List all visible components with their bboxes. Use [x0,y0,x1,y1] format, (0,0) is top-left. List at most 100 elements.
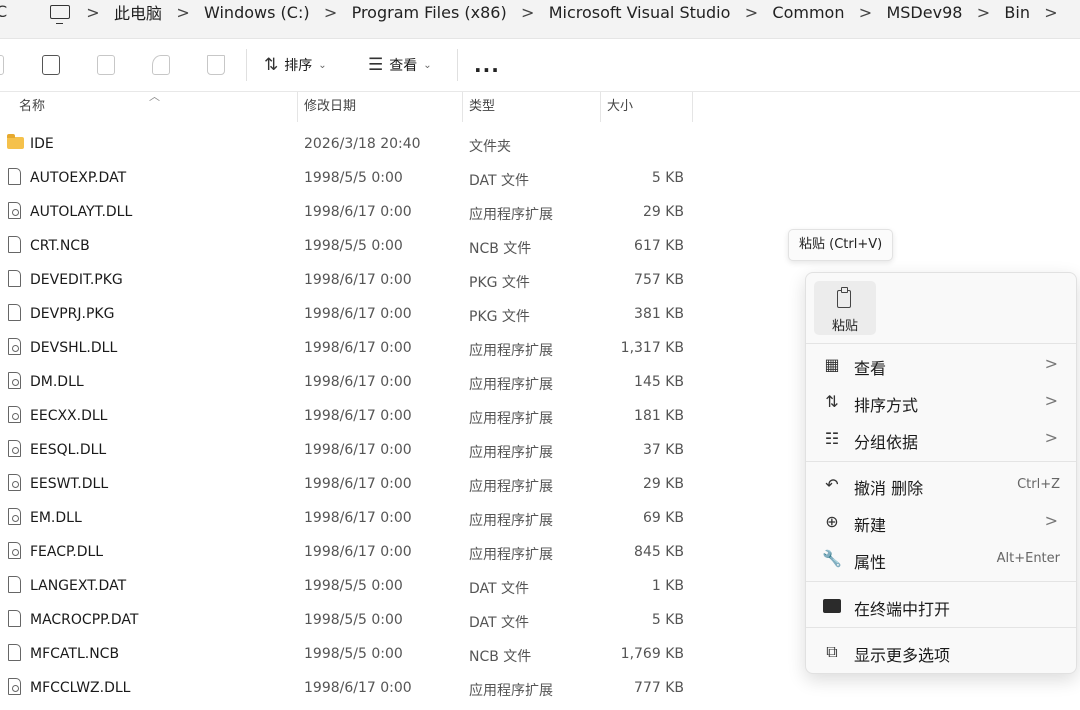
sort-button[interactable]: ⇅ 排序 ⌄ [264,53,327,77]
breadcrumb-bin[interactable]: Bin [1000,3,1034,22]
file-date: 1998/6/17 0:00 [304,408,412,424]
paste-icon [837,287,851,308]
file-size: 757 KB [634,272,684,288]
menu-item-properties[interactable]: 🔧 属性 Alt+Enter [806,542,1076,576]
paste-button[interactable]: 粘贴 [814,281,876,335]
breadcrumb-separator[interactable]: > [314,3,348,22]
breadcrumb-separator[interactable]: > [734,3,768,22]
menu-divider [806,343,1076,344]
file-name: EESWT.DLL [30,476,109,492]
list-item[interactable]: MFCATL.NCB 1998/5/5 0:00 NCB 文件 1,769 KB [0,637,700,671]
file-name: DM.DLL [30,374,84,390]
menu-divider [806,461,1076,462]
more-button[interactable]: ... [474,53,500,77]
chevron-right-icon: > [1044,391,1058,410]
menu-divider [806,627,1076,628]
list-item[interactable]: CRT.NCB 1998/5/5 0:00 NCB 文件 617 KB [0,229,700,263]
file-type: DAT 文件 [469,581,530,597]
list-item[interactable]: DM.DLL 1998/6/17 0:00 应用程序扩展 145 KB [0,365,700,399]
list-item[interactable]: DEVSHL.DLL 1998/6/17 0:00 应用程序扩展 1,317 KB [0,331,700,365]
file-icon [8,168,21,185]
column-name[interactable]: 名称 [19,92,45,122]
file-size: 29 KB [642,204,684,220]
file-size: 37 KB [642,442,684,458]
list-item[interactable]: AUTOEXP.DAT 1998/5/5 0:00 DAT 文件 5 KB [0,161,700,195]
list-item[interactable]: IDE 2026/3/18 20:40 文件夹 [0,127,700,161]
list-item[interactable]: EESWT.DLL 1998/6/17 0:00 应用程序扩展 29 KB [0,467,700,501]
share-button[interactable] [152,53,170,77]
toolbar-divider [246,49,247,81]
dll-file-icon [8,406,21,423]
column-divider[interactable] [600,92,601,122]
column-header: ︿ 名称 修改日期 类型 大小 [0,90,694,122]
list-item[interactable]: AUTOLAYT.DLL 1998/6/17 0:00 应用程序扩展 29 KB [0,195,700,229]
dll-file-icon [8,372,21,389]
breadcrumb-separator[interactable]: > [966,3,1000,22]
list-item[interactable]: DEVPRJ.PKG 1998/6/17 0:00 PKG 文件 381 KB [0,297,700,331]
view-button[interactable]: ☰ 查看 ⌄ [368,53,432,77]
breadcrumb-msdev98[interactable]: MSDev98 [882,3,966,22]
menu-divider [806,581,1076,582]
cut-button[interactable] [0,53,4,77]
menu-item-view[interactable]: ▦ 查看 > [806,348,1076,382]
breadcrumb-visual-studio[interactable]: Microsoft Visual Studio [545,3,735,22]
list-item[interactable]: LANGEXT.DAT 1998/5/5 0:00 DAT 文件 1 KB [0,569,700,603]
list-item[interactable]: EM.DLL 1998/6/17 0:00 应用程序扩展 69 KB [0,501,700,535]
dll-file-icon [8,542,21,559]
list-item[interactable]: DEVEDIT.PKG 1998/6/17 0:00 PKG 文件 757 KB [0,263,700,297]
list-item[interactable]: MACROCPP.DAT 1998/5/5 0:00 DAT 文件 5 KB [0,603,700,637]
refresh-icon[interactable]: C [0,0,7,24]
dll-file-icon [8,678,21,695]
file-size: 381 KB [634,306,684,322]
list-item[interactable]: EECXX.DLL 1998/6/17 0:00 应用程序扩展 181 KB [0,399,700,433]
breadcrumb: > 此电脑 > Windows (C:) > Program Files (x8… [48,0,1068,24]
menu-item-open-terminal[interactable]: 在终端中打开 [806,589,1076,623]
breadcrumb-separator[interactable]: > [511,3,545,22]
copy-button[interactable] [42,53,60,77]
breadcrumb-separator[interactable]: > [1034,3,1068,22]
file-type: 应用程序扩展 [469,207,553,223]
column-size[interactable]: 大小 [607,92,633,122]
breadcrumb-common[interactable]: Common [768,3,848,22]
breadcrumb-separator[interactable]: > [848,3,882,22]
list-item[interactable]: FEACP.DLL 1998/6/17 0:00 应用程序扩展 845 KB [0,535,700,569]
column-type[interactable]: 类型 [469,92,495,122]
file-name: MFCATL.NCB [30,646,120,662]
breadcrumb-windows-c[interactable]: Windows (C:) [200,3,314,22]
file-type: 应用程序扩展 [469,411,553,427]
column-divider[interactable] [692,92,693,122]
menu-item-label: 新建 [854,516,887,535]
file-name: EESQL.DLL [30,442,107,458]
computer-icon[interactable] [50,5,70,24]
file-date: 1998/5/5 0:00 [304,238,403,254]
menu-item-label: 查看 [854,359,887,378]
menu-item-group-by[interactable]: ☷ 分组依据 > [806,422,1076,456]
column-divider[interactable] [297,92,298,122]
file-name: CRT.NCB [30,238,90,254]
file-size: 29 KB [642,476,684,492]
list-item[interactable]: MFCCLWZ.DLL 1998/6/17 0:00 应用程序扩展 777 KB [0,671,700,705]
breadcrumb-this-pc[interactable]: 此电脑 [110,0,166,24]
file-icon [8,236,21,253]
breadcrumb-separator[interactable]: > [166,3,200,22]
delete-button[interactable] [207,53,225,77]
file-name: EECXX.DLL [30,408,108,424]
list-item[interactable]: EESQL.DLL 1998/6/17 0:00 应用程序扩展 37 KB [0,433,700,467]
file-date: 1998/6/17 0:00 [304,476,412,492]
file-date: 1998/5/5 0:00 [304,612,403,628]
menu-item-show-more-options[interactable]: ⧉ 显示更多选项 [806,635,1076,669]
file-type: PKG 文件 [469,275,530,291]
breadcrumb-separator[interactable]: > [76,3,110,22]
menu-item-shortcut: Ctrl+Z [1017,477,1060,492]
rename-button[interactable] [97,53,115,77]
file-type: DAT 文件 [469,173,530,189]
menu-item-new[interactable]: ⊕ 新建 > [806,505,1076,539]
column-divider[interactable] [462,92,463,122]
menu-item-sort-by[interactable]: ⇅ 排序方式 > [806,385,1076,419]
share-icon [152,55,170,75]
file-type: 应用程序扩展 [469,479,553,495]
file-size: 617 KB [634,238,684,254]
menu-item-undo-delete[interactable]: ↶ 撤消 删除 Ctrl+Z [806,468,1076,502]
breadcrumb-program-files[interactable]: Program Files (x86) [348,3,511,22]
column-date[interactable]: 修改日期 [304,92,356,122]
